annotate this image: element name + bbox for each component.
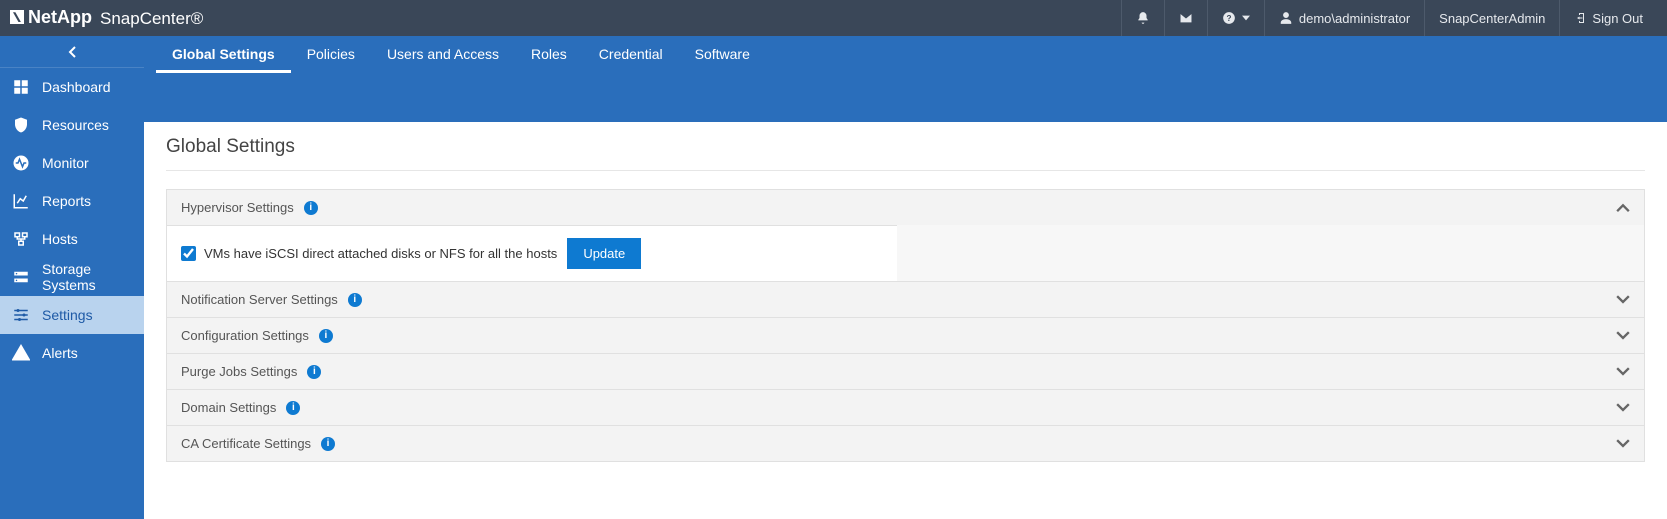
accordion-header-ca[interactable]: CA Certificate Settings i [167, 426, 1644, 461]
sidebar-item-monitor[interactable]: Monitor [0, 144, 144, 182]
sidebar-item-alerts[interactable]: Alerts [0, 334, 144, 372]
accordion-body-hypervisor: VMs have iSCSI direct attached disks or … [167, 225, 897, 281]
storage-icon [12, 268, 30, 286]
sidebar-item-label: Storage Systems [42, 261, 132, 293]
sidebar-item-storage[interactable]: Storage Systems [0, 258, 144, 296]
chevron-down-icon [1616, 293, 1630, 307]
sidebar-item-label: Reports [42, 193, 91, 209]
chevron-down-icon [1616, 365, 1630, 379]
accordion-purge: Purge Jobs Settings i [166, 353, 1645, 390]
chevron-down-icon [1616, 329, 1630, 343]
hypervisor-checkbox[interactable] [181, 246, 196, 261]
help-icon: ? [1222, 11, 1236, 25]
sidebar-item-label: Hosts [42, 231, 78, 247]
sidebar-item-reports[interactable]: Reports [0, 182, 144, 220]
messages-button[interactable] [1164, 0, 1207, 36]
tab-policies[interactable]: Policies [291, 36, 371, 70]
tab-roles[interactable]: Roles [515, 36, 583, 70]
accordion-title: Purge Jobs Settings [181, 364, 297, 379]
help-button[interactable]: ? [1207, 0, 1264, 36]
chevron-down-icon [1616, 401, 1630, 415]
grid-icon [12, 78, 30, 96]
alert-icon [12, 344, 30, 362]
bell-icon [1136, 11, 1150, 25]
tab-global-settings[interactable]: Global Settings [156, 36, 291, 73]
brand-logo: NetApp [10, 7, 92, 28]
accordion-domain: Domain Settings i [166, 389, 1645, 426]
tab-credential[interactable]: Credential [583, 36, 679, 70]
chevron-down-icon [1616, 437, 1630, 451]
info-icon[interactable]: i [286, 401, 300, 415]
sidebar-item-resources[interactable]: Resources [0, 106, 144, 144]
user-icon [1279, 11, 1293, 25]
chevron-up-icon [1616, 201, 1630, 215]
page-title: Global Settings [166, 136, 1645, 158]
topbar: NetApp SnapCenter® ? demo\administrator … [0, 0, 1667, 36]
notifications-button[interactable] [1121, 0, 1164, 36]
settings-tabs: Global Settings Policies Users and Acces… [144, 36, 1667, 122]
accordion-ca: CA Certificate Settings i [166, 425, 1645, 462]
role-label: SnapCenterAdmin [1439, 11, 1545, 26]
sidebar-item-label: Settings [42, 307, 93, 323]
sidebar-item-label: Resources [42, 117, 109, 133]
mail-icon [1179, 11, 1193, 25]
chevron-left-icon [67, 46, 77, 58]
sidebar-item-label: Dashboard [42, 79, 111, 95]
accordion-header-domain[interactable]: Domain Settings i [167, 390, 1644, 425]
sidebar-item-label: Alerts [42, 345, 78, 361]
accordion-header-hypervisor[interactable]: Hypervisor Settings i [167, 190, 1644, 225]
sidebar-item-dashboard[interactable]: Dashboard [0, 68, 144, 106]
signout-icon [1574, 11, 1586, 25]
shield-icon [12, 116, 30, 134]
sidebar-collapse-button[interactable] [0, 36, 144, 68]
info-icon[interactable]: i [319, 329, 333, 343]
accordion-title: Hypervisor Settings [181, 200, 294, 215]
sliders-icon [12, 306, 30, 324]
accordion-header-notification[interactable]: Notification Server Settings i [167, 282, 1644, 317]
info-icon[interactable]: i [348, 293, 362, 307]
checkbox-text: VMs have iSCSI direct attached disks or … [204, 246, 557, 261]
sidebar-item-settings[interactable]: Settings [0, 296, 144, 334]
svg-text:?: ? [1226, 14, 1231, 23]
user-label: demo\administrator [1299, 11, 1410, 26]
network-icon [12, 230, 30, 248]
sidebar-item-hosts[interactable]: Hosts [0, 220, 144, 258]
caret-down-icon [1242, 14, 1250, 22]
signout-label: Sign Out [1592, 11, 1643, 26]
accordion-header-configuration[interactable]: Configuration Settings i [167, 318, 1644, 353]
brand-product: SnapCenter® [100, 9, 203, 29]
activity-icon [12, 154, 30, 172]
accordion-header-purge[interactable]: Purge Jobs Settings i [167, 354, 1644, 389]
tab-software[interactable]: Software [679, 36, 766, 70]
accordion-title: Configuration Settings [181, 328, 309, 343]
brand-company: NetApp [28, 7, 92, 28]
info-icon[interactable]: i [304, 201, 318, 215]
tab-users-access[interactable]: Users and Access [371, 36, 515, 70]
hypervisor-checkbox-label[interactable]: VMs have iSCSI direct attached disks or … [181, 246, 557, 261]
sidebar-item-label: Monitor [42, 155, 89, 171]
chart-icon [12, 192, 30, 210]
user-menu[interactable]: demo\administrator [1264, 0, 1424, 36]
role-label-container[interactable]: SnapCenterAdmin [1424, 0, 1559, 36]
signout-button[interactable]: Sign Out [1559, 0, 1657, 36]
accordion-title: Notification Server Settings [181, 292, 338, 307]
accordion-title: Domain Settings [181, 400, 276, 415]
info-icon[interactable]: i [307, 365, 321, 379]
accordion-configuration: Configuration Settings i [166, 317, 1645, 354]
accordion-title: CA Certificate Settings [181, 436, 311, 451]
brand: NetApp SnapCenter® [10, 7, 203, 30]
update-button[interactable]: Update [567, 238, 641, 269]
content: Global Settings Hypervisor Settings i VM… [144, 122, 1667, 491]
sidebar: Dashboard Resources Monitor Reports Host… [0, 36, 144, 519]
accordion-notification: Notification Server Settings i [166, 281, 1645, 318]
netapp-logo-icon [10, 10, 24, 24]
accordion-hypervisor: Hypervisor Settings i VMs have iSCSI dir… [166, 189, 1645, 282]
info-icon[interactable]: i [321, 437, 335, 451]
divider [166, 170, 1645, 171]
